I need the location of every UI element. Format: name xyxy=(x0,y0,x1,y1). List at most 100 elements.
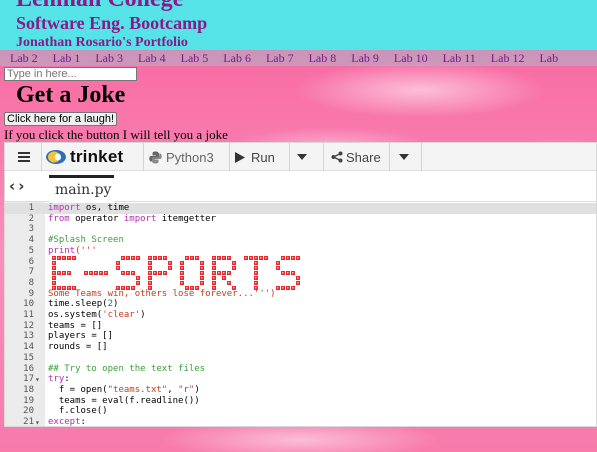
fold-toggle-icon[interactable]: ▾ xyxy=(35,417,40,426)
share-button[interactable]: Share xyxy=(331,143,381,171)
code-line: 16 ## Try to open the text files xyxy=(5,363,596,375)
share-options-dropdown[interactable] xyxy=(393,143,415,171)
chevron-down-icon xyxy=(399,154,409,160)
lab-link[interactable]: Lab 6 xyxy=(213,50,256,66)
lab-link[interactable]: Lab 7 xyxy=(256,50,299,66)
code-token: players = [] xyxy=(48,331,114,342)
run-button[interactable]: Run xyxy=(235,143,275,171)
get-joke-button[interactable]: Click here for a laugh! xyxy=(4,112,117,126)
code-line: 14 rounds = [] xyxy=(5,342,596,353)
code-line: 17 ▾ try: xyxy=(5,374,596,385)
lab-link[interactable]: Lab 8 xyxy=(299,50,342,66)
ascii-art-letter xyxy=(52,256,76,290)
line-number: 9 xyxy=(28,288,34,299)
code-line: 15 xyxy=(5,352,596,364)
code-editor[interactable]: 1 import os, time 2 from operator import it… xyxy=(5,202,596,427)
line-number: 5 xyxy=(28,245,34,256)
python-icon xyxy=(149,151,162,163)
joke-caption: If you click the button I will tell you … xyxy=(4,127,228,142)
line-number: 13 xyxy=(23,331,34,342)
line-number: 10 xyxy=(23,299,34,310)
file-tab-bar: ‹› main.py xyxy=(5,171,596,202)
file-tab-main[interactable]: main.py xyxy=(49,175,114,202)
code-token: print xyxy=(48,245,76,256)
ascii-art-letter xyxy=(180,256,204,290)
code-token: "r" xyxy=(178,384,195,395)
site-header: Lehman College Software Eng. Bootcamp Jo… xyxy=(0,0,597,50)
code-token: (''' xyxy=(75,245,97,256)
lab-link[interactable]: Lab xyxy=(529,50,563,66)
code-token: #Splash Screen xyxy=(48,235,124,246)
code-token: teams = eval(f.readline()) xyxy=(48,395,200,406)
code-token: try xyxy=(48,374,65,385)
e-sports-ascii-art xyxy=(52,256,300,290)
lab-link[interactable]: Lab 10 xyxy=(384,50,433,66)
file-nav-arrows: ‹› xyxy=(9,177,27,195)
code-token: rounds = [] xyxy=(48,342,108,353)
ascii-art-letter xyxy=(212,256,236,290)
line-number: 7 xyxy=(28,267,34,278)
line-number: 3 xyxy=(28,224,34,235)
ascii-art-letter xyxy=(244,256,268,290)
search-input[interactable] xyxy=(4,67,137,81)
code-token: teams = [] xyxy=(48,320,103,331)
code-token: import xyxy=(48,203,81,213)
code-token: import xyxy=(123,213,157,224)
code-token: , xyxy=(167,384,179,395)
line-number: 16 xyxy=(23,363,34,374)
code-token: ) xyxy=(113,299,119,310)
line-number: 19 xyxy=(23,395,34,406)
code-line: 13 players = [] xyxy=(5,331,596,342)
ascii-art-letter xyxy=(148,256,172,290)
code-token: f.close() xyxy=(48,406,108,417)
line-number: 20 xyxy=(23,406,34,417)
chevron-down-icon xyxy=(297,154,307,160)
college-title: Lehman College xyxy=(16,0,183,13)
code-token: 'clear' xyxy=(102,310,141,320)
code-line: 10 time.sleep(2) xyxy=(5,299,596,310)
menu-icon[interactable] xyxy=(13,143,35,171)
code-line: 19 teams = eval(f.readline()) xyxy=(5,395,596,407)
forward-arrow-icon[interactable]: › xyxy=(18,177,27,195)
lab-link[interactable]: Lab 11 xyxy=(433,50,481,66)
code-token: : xyxy=(80,417,86,427)
lab-link[interactable]: Lab 4 xyxy=(128,50,171,66)
trinket-logo-text: trinket xyxy=(70,147,124,166)
share-icon xyxy=(331,151,343,163)
code-token: f = open( xyxy=(48,384,108,395)
code-line: 21 ▾ except: xyxy=(5,417,596,427)
trinket-logo[interactable]: trinket xyxy=(45,143,123,171)
code-token: os, time xyxy=(80,203,130,213)
trinket-embed: trinket Python3 Run Share ‹› main.py 1 i… xyxy=(4,142,597,427)
portfolio-title: Jonathan Rosario's Portfolio xyxy=(16,35,188,50)
trinket-logo-icon xyxy=(45,149,67,165)
line-number: 4 xyxy=(28,235,34,246)
language-selector[interactable]: Python3 xyxy=(149,143,214,171)
code-token: time.sleep( xyxy=(48,299,108,310)
lab-link[interactable]: Lab 9 xyxy=(341,50,384,66)
code-token: itemgetter xyxy=(156,213,216,224)
lab-link[interactable]: Lab 5 xyxy=(171,50,214,66)
lab-nav: Lab 2 Lab 1 Lab 3 Lab 4 Lab 5 Lab 6 Lab 7 Lab 8… xyxy=(0,50,597,66)
line-number: 11 xyxy=(23,310,34,320)
play-icon xyxy=(235,151,245,163)
line-number: 8 xyxy=(28,277,34,288)
code-token: ## Try to open the text files xyxy=(48,363,206,374)
course-title: Software Eng. Bootcamp xyxy=(16,13,208,33)
lab-link[interactable]: Lab 1 xyxy=(43,50,86,66)
lab-link[interactable]: Lab 12 xyxy=(481,50,530,66)
line-number: 17 xyxy=(23,374,34,385)
lab-link[interactable]: Lab 2 xyxy=(0,50,43,66)
code-line: 1 import os, time xyxy=(5,203,596,214)
code-token: os.system( xyxy=(48,310,103,320)
ascii-art-letter xyxy=(116,256,140,290)
line-number: 15 xyxy=(23,352,34,363)
run-options-dropdown[interactable] xyxy=(291,143,313,171)
lab-link[interactable]: Lab 3 xyxy=(85,50,128,66)
fold-toggle-icon[interactable]: ▾ xyxy=(35,374,40,385)
back-arrow-icon[interactable]: ‹ xyxy=(9,177,18,195)
code-line: 11 os.system('clear') xyxy=(5,310,596,321)
line-number: 2 xyxy=(28,213,34,224)
line-number: 1 xyxy=(28,203,34,213)
share-label: Share xyxy=(346,149,381,165)
